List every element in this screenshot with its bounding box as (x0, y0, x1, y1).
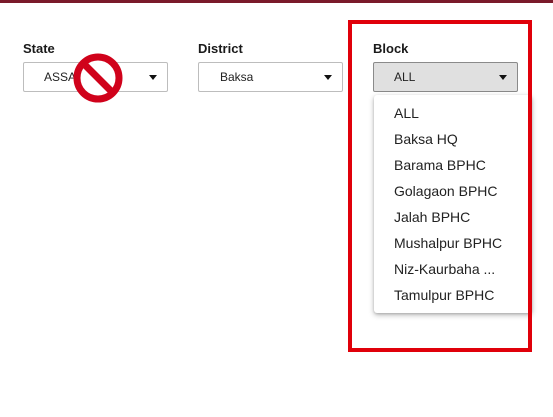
no-entry-icon (73, 53, 123, 103)
district-label: District (198, 41, 243, 56)
district-select-value: Baksa (220, 70, 254, 84)
top-bar (0, 0, 553, 3)
district-select[interactable]: Baksa (198, 62, 343, 92)
page: State ASSAM District Baksa Block ALL ALL… (0, 0, 553, 417)
caret-down-icon (149, 75, 157, 80)
state-label: State (23, 41, 55, 56)
caret-down-icon (324, 75, 332, 80)
highlight-box (348, 20, 532, 352)
